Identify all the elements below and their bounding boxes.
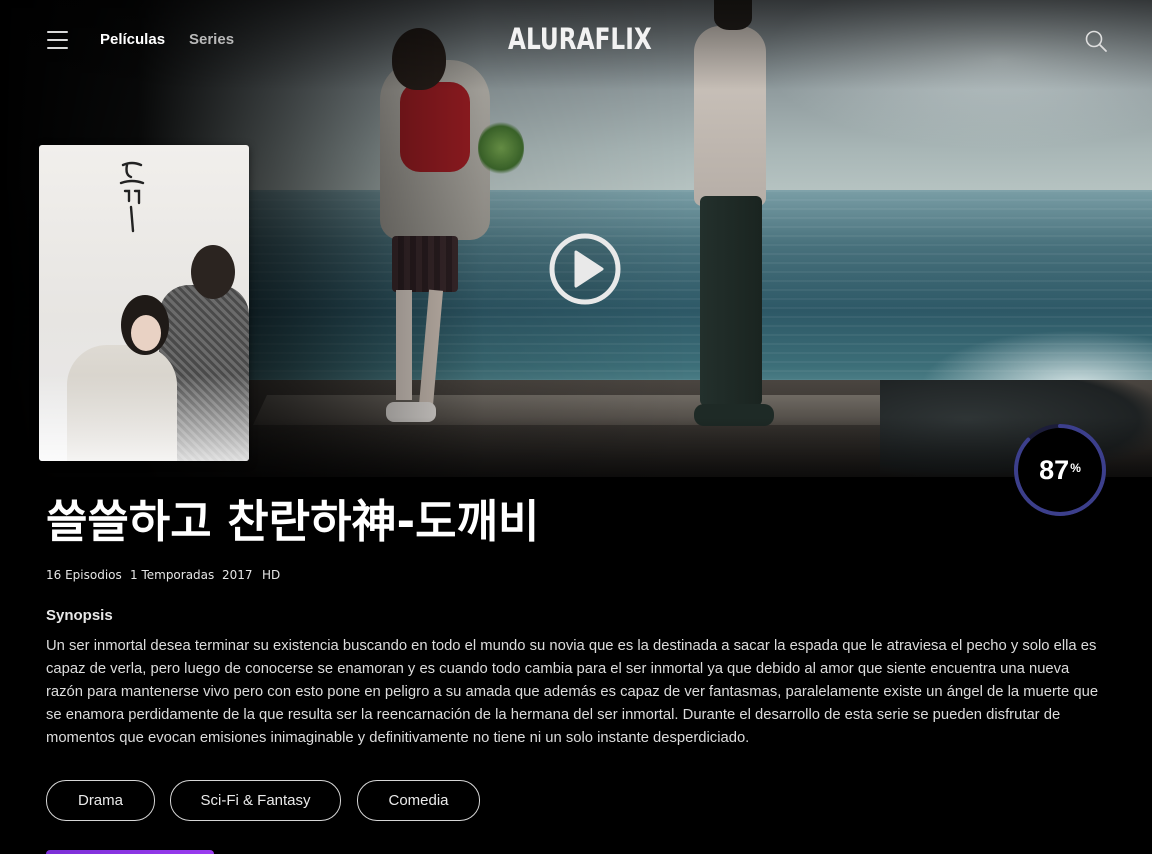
meta-episodes: 16 Episodios	[46, 568, 122, 582]
search-icon[interactable]	[1084, 29, 1108, 53]
show-title: 쓸쓸하고 찬란하神-도깨비	[46, 495, 540, 548]
rating-unit: %	[1070, 461, 1081, 475]
poster-calligraphy-logo	[119, 161, 145, 233]
hamburger-menu-icon[interactable]	[47, 31, 68, 49]
play-icon[interactable]	[547, 231, 623, 307]
meta-year: 2017	[222, 568, 253, 582]
meta-quality: HD	[262, 568, 281, 582]
aluraflix-logo[interactable]: ALURAFLIX	[508, 22, 652, 56]
genre-chip-drama[interactable]: Drama	[46, 780, 155, 821]
top-nav: Películas Series ALURAFLIX	[0, 0, 1152, 80]
primary-action-button[interactable]	[46, 850, 214, 854]
nav-link-series[interactable]: Series	[189, 31, 234, 48]
meta-seasons: 1 Temporadas	[130, 568, 215, 582]
genre-chip-comedia[interactable]: Comedia	[357, 780, 480, 821]
genre-chip-scifi-fantasy[interactable]: Sci-Fi & Fantasy	[170, 780, 341, 821]
synopsis-text: Un ser inmortal desea terminar su existe…	[46, 638, 1099, 746]
show-detail-page: Películas Series ALURAFLIX 87 % 쓸쓸하고 찬란하…	[0, 0, 1152, 854]
show-poster	[39, 145, 249, 461]
nav-link-peliculas[interactable]: Películas	[100, 31, 165, 48]
rating-badge: 87 %	[1012, 422, 1108, 518]
synopsis-heading: Synopsis	[46, 607, 113, 624]
rating-value: 87	[1039, 454, 1070, 485]
